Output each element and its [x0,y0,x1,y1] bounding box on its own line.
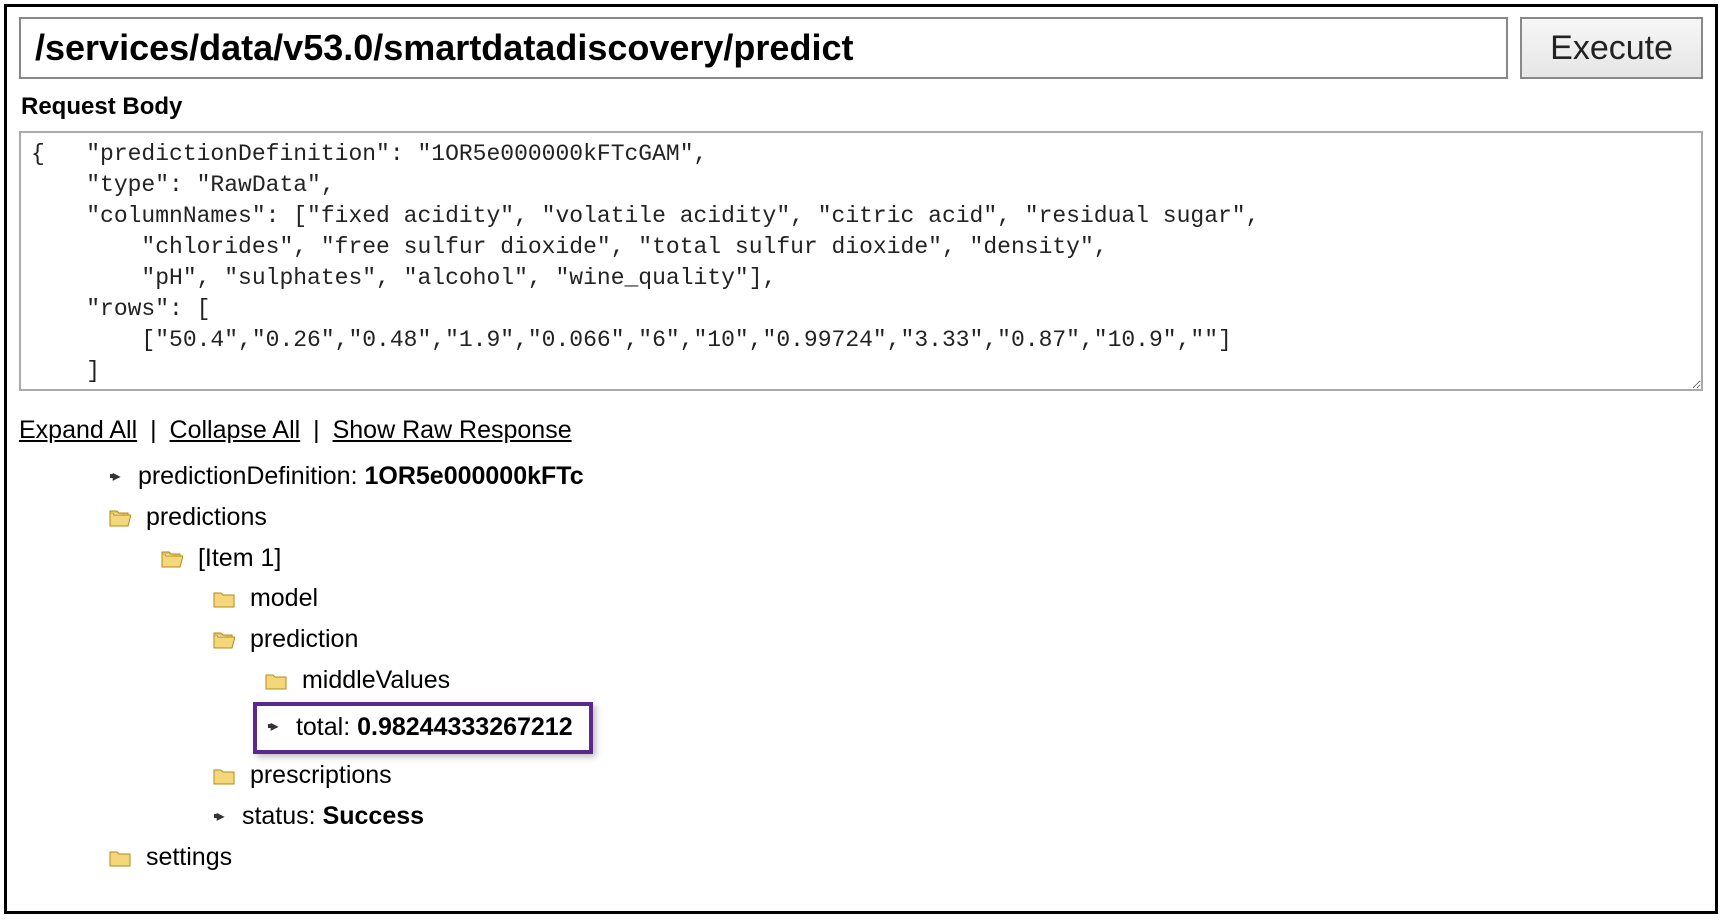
folder-closed-icon [109,840,131,858]
node-label: settings [146,843,232,871]
folder-closed-icon [265,663,287,681]
tree-leaf-total[interactable]: ▪▸ total: 0.98244333267212 [265,702,1703,755]
endpoint-url-input[interactable] [19,17,1508,79]
leaf-icon: ▪▸ [267,715,281,740]
app-frame: Execute Request Body { "predictionDefini… [4,4,1718,914]
request-body-label: Request Body [21,93,1701,121]
tree-node-predictions[interactable]: predictions [Item 1] model [109,498,1703,836]
leaf-value: 1OR5e000000kFTc [364,462,583,490]
separator: | [313,416,320,444]
tree-leaf-prediction-definition[interactable]: ▪▸ predictionDefinition: 1OR5e000000kFTc [109,457,1703,496]
response-controls: Expand All | Collapse All | Show Raw Res… [19,416,1703,445]
tree-node-prediction[interactable]: prediction middleValues [213,620,1703,754]
node-label: predictions [146,503,267,531]
leaf-value: Success [323,802,424,830]
tree-node-model[interactable]: model [213,579,1703,618]
node-label: middleValues [302,666,450,694]
leaf-icon: ▪▸ [109,465,123,490]
highlight-box: ▪▸ total: 0.98244333267212 [253,702,593,755]
expand-all-link[interactable]: Expand All [19,416,137,444]
execute-button[interactable]: Execute [1520,17,1703,79]
leaf-value: 0.98244333267212 [357,713,573,741]
top-row: Execute [19,17,1703,79]
leaf-key: total: [296,713,350,741]
show-raw-response-link[interactable]: Show Raw Response [333,416,572,444]
tree-leaf-status[interactable]: ▪▸ status: Success [213,797,1703,836]
separator: | [150,416,157,444]
request-body-textarea[interactable]: { "predictionDefinition": "1OR5e000000kF… [19,131,1703,391]
node-label: prediction [250,625,358,653]
leaf-key: predictionDefinition: [138,462,358,490]
folder-open-icon [213,622,235,640]
folder-closed-icon [213,758,235,776]
tree-node-prescriptions[interactable]: prescriptions [213,756,1703,795]
node-label: [Item 1] [198,544,281,572]
folder-closed-icon [213,581,235,599]
node-label: model [250,584,318,612]
collapse-all-link[interactable]: Collapse All [170,416,301,444]
leaf-key: status: [242,802,316,830]
node-label: prescriptions [250,761,392,789]
folder-open-icon [109,500,131,518]
tree-node-settings[interactable]: settings [109,838,1703,877]
response-tree: ▪▸ predictionDefinition: 1OR5e000000kFTc… [19,457,1703,877]
tree-node-item1[interactable]: [Item 1] model [161,539,1703,836]
folder-open-icon [161,541,183,559]
tree-node-middle-values[interactable]: middleValues [265,661,1703,700]
leaf-icon: ▪▸ [213,805,227,830]
